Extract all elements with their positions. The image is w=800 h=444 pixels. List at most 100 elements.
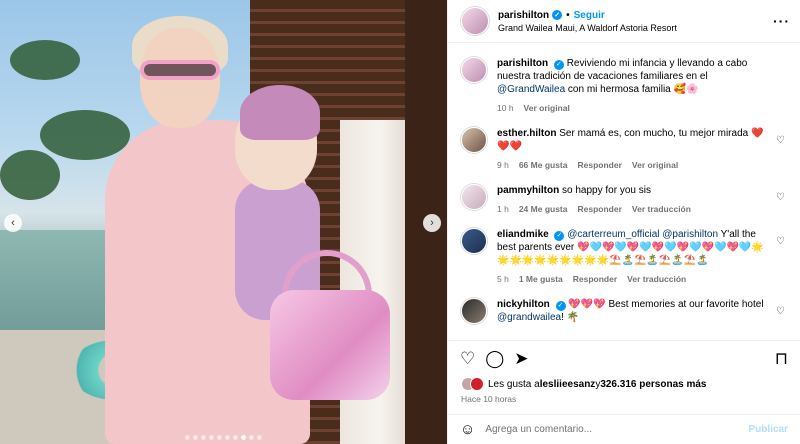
caption-mention[interactable]: @GrandWailea [497, 84, 565, 95]
likes-summary: Les gusta a lesliieesanz y 326.316 perso… [448, 376, 800, 392]
comment-content: 💖💖💖 Best memories at our favorite hotel [568, 299, 764, 310]
comment-likes[interactable]: 66 Me gusta [519, 159, 568, 172]
reply-button[interactable]: Responder [573, 273, 617, 286]
comment-time[interactable]: 9 h [497, 159, 509, 172]
pink-purse [270, 290, 390, 400]
liker-avatars [461, 377, 484, 391]
heart-icon[interactable]: ♡ [460, 350, 475, 367]
bookmark-icon[interactable]: ⊓ [775, 350, 788, 367]
post-header: parishilton ✓ • Seguir Grand Wailea Maui… [448, 0, 800, 43]
follow-button[interactable]: Seguir [574, 10, 605, 21]
action-bar: ♡ ◯ ➤ ⊓ [448, 340, 800, 376]
liker-username[interactable]: lesliieesanz [540, 379, 596, 390]
comment-likes[interactable]: 1 Me gusta [519, 273, 563, 286]
avatar[interactable] [461, 184, 487, 210]
verified-badge-icon: ✓ [555, 300, 566, 311]
add-comment-bar: ☺ Publicar [448, 414, 800, 444]
avatar [470, 377, 484, 391]
avatar[interactable] [461, 7, 489, 35]
palm-tree-decoration [40, 110, 130, 160]
comment-item: pammyhilton so happy for you sis 1 h 24 … [461, 184, 787, 228]
comment-body: nickyhilton ✓ 💖💖💖 Best memories at our f… [497, 298, 787, 324]
more-horizontal-icon[interactable]: ··· [773, 13, 790, 29]
comment-text: nickyhilton ✓ 💖💖💖 Best memories at our f… [497, 298, 765, 324]
reply-button[interactable]: Responder [577, 203, 621, 216]
verified-badge-icon: ✓ [554, 230, 565, 241]
comment-icon[interactable]: ◯ [485, 350, 504, 367]
comment-likes[interactable]: 24 Me gusta [519, 203, 568, 216]
heart-icon[interactable]: ♡ [776, 192, 785, 203]
caption-meta: 10 h Ver original [497, 102, 765, 115]
carousel-dots [0, 435, 447, 440]
reply-button[interactable]: Responder [577, 159, 621, 172]
separator-dot: • [566, 9, 570, 21]
carousel-dot [201, 435, 206, 440]
verified-badge-icon: ✓ [552, 10, 563, 20]
author-username[interactable]: parishilton [498, 10, 549, 21]
see-translation-link[interactable]: Ver traducción [627, 273, 686, 286]
post-photo[interactable]: ‹ › [0, 0, 447, 444]
avatar[interactable] [461, 57, 487, 83]
share-icon[interactable]: ➤ [514, 350, 528, 367]
smiley-icon[interactable]: ☺ [460, 421, 475, 438]
caption-username[interactable]: parishilton [497, 58, 548, 69]
chevron-right-icon[interactable]: › [423, 214, 441, 232]
header-text: parishilton ✓ • Seguir Grand Wailea Maui… [498, 10, 773, 33]
avatar[interactable] [461, 127, 487, 153]
carousel-dot [225, 435, 230, 440]
comment-time[interactable]: 5 h [497, 273, 509, 286]
comment-body: esther.hilton Ser mamá es, con mucho, tu… [497, 127, 787, 184]
likes-count[interactable]: 326.316 personas más [600, 379, 706, 390]
comment-username[interactable]: nickyhilton [497, 299, 550, 310]
comment-content-end: ! 🌴 [561, 312, 580, 323]
avatar[interactable] [461, 298, 487, 324]
chevron-left-icon[interactable]: ‹ [4, 214, 22, 232]
see-translation-link[interactable]: Ver traducción [632, 203, 691, 216]
comment-body: eliandmike ✓ @carterreum_official @paris… [497, 228, 787, 298]
palm-tree-decoration [0, 150, 60, 200]
carousel-dot [209, 435, 214, 440]
comment-time[interactable]: 1 h [497, 203, 509, 216]
carousel-dot [249, 435, 254, 440]
carousel-dot [241, 435, 246, 440]
chevron-left-glyph: ‹ [11, 217, 15, 229]
comment-mention[interactable]: @carterreum_official [567, 229, 659, 240]
carousel-dot [217, 435, 222, 440]
comment-item: esther.hilton Ser mamá es, con mucho, tu… [461, 127, 787, 184]
baby-hat [240, 85, 320, 140]
comments-list[interactable]: parishilton ✓ Reviviendo mi infancia y l… [448, 43, 800, 340]
caption: parishilton ✓ Reviviendo mi infancia y l… [461, 57, 787, 127]
comment-item: nickyhilton ✓ 💖💖💖 Best memories at our f… [461, 298, 787, 324]
caption-text-end: con mi hermosa familia 🥰🌸 [565, 84, 699, 95]
see-original-link[interactable]: Ver original [524, 102, 570, 115]
comment-username[interactable]: pammyhilton [497, 185, 559, 196]
publish-button[interactable]: Publicar [749, 424, 788, 435]
heart-icon[interactable]: ♡ [776, 135, 785, 146]
comment-input[interactable] [485, 424, 749, 435]
chevron-right-glyph: › [430, 217, 434, 229]
see-original-link[interactable]: Ver original [632, 159, 678, 172]
comment-username[interactable]: esther.hilton [497, 128, 556, 139]
comment-item: eliandmike ✓ @carterreum_official @paris… [461, 228, 787, 298]
post-time[interactable]: Hace 10 horas [448, 392, 800, 410]
likes-prefix: Les gusta a [488, 378, 540, 390]
carousel-dot [257, 435, 262, 440]
comment-text: pammyhilton so happy for you sis [497, 184, 765, 197]
location-link[interactable]: Grand Wailea Maui, A Waldorf Astoria Res… [498, 23, 773, 33]
palm-tree-decoration [10, 40, 80, 80]
comment-username[interactable]: eliandmike [497, 229, 549, 240]
comment-mention[interactable]: @parishilton [662, 229, 718, 240]
heart-icon[interactable]: ♡ [776, 236, 785, 247]
heart-icon[interactable]: ♡ [776, 306, 785, 317]
carousel-dot [193, 435, 198, 440]
comment-body: pammyhilton so happy for you sis 1 h 24 … [497, 184, 787, 228]
comment-mention[interactable]: @grandwailea [497, 312, 561, 323]
comment-text: esther.hilton Ser mamá es, con mucho, tu… [497, 127, 765, 153]
verified-badge-icon: ✓ [553, 59, 564, 70]
comment-meta: 5 h 1 Me gusta Responder Ver traducción [497, 273, 765, 286]
comment-content: so happy for you sis [562, 185, 651, 196]
avatar[interactable] [461, 228, 487, 254]
comment-meta: 9 h 66 Me gusta Responder Ver original [497, 159, 765, 172]
caption-body: parishilton ✓ Reviviendo mi infancia y l… [497, 57, 787, 127]
caption-time[interactable]: 10 h [497, 102, 514, 115]
